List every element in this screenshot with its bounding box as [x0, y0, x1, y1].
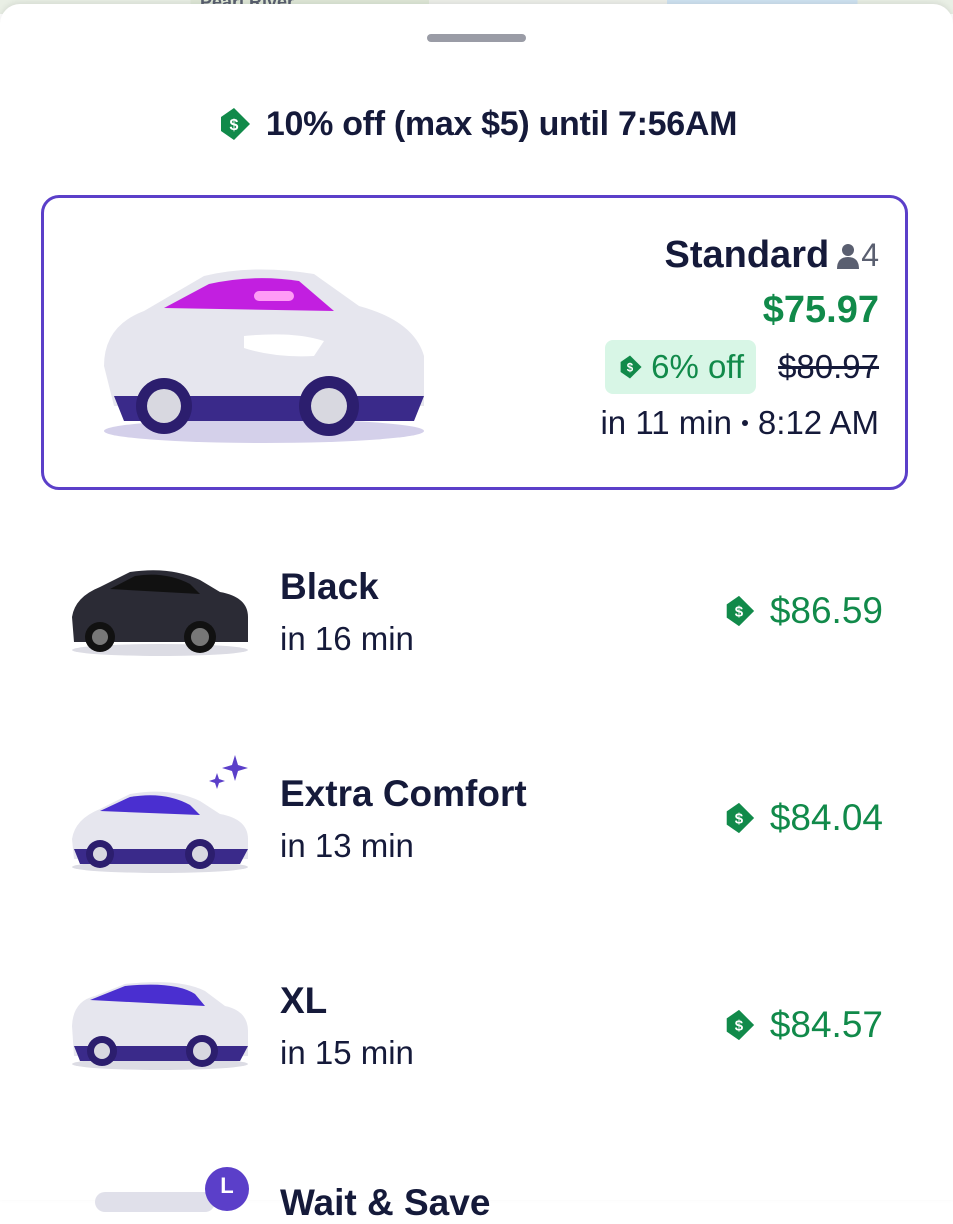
original-price: $80.97 — [778, 348, 879, 385]
option-price-value: $84.57 — [769, 1004, 883, 1045]
discount-tag-icon: $ — [726, 595, 754, 627]
option-price: $ $84.04 — [722, 797, 883, 839]
ride-option-standard[interactable]: Standard 4 $75.97 $ 6% off $80.97 in 11 … — [41, 195, 908, 490]
discount-text: 6% off — [651, 348, 745, 385]
extra-comfort-car-image — [72, 791, 248, 873]
option-title: XL — [280, 980, 328, 1021]
wait-save-car-image — [95, 1192, 215, 1212]
ride-option-xl[interactable]: XL in 15 min $ $84.57 — [0, 976, 953, 1086]
discount-tag-icon: $ — [620, 355, 642, 379]
standard-eta: in 11 min — [600, 404, 732, 441]
option-eta: in 15 min — [280, 1034, 414, 1071]
standard-arrival: 8:12 AM — [757, 404, 879, 441]
discount-badge: $ 6% off — [605, 340, 757, 394]
black-car-image — [72, 570, 248, 656]
discount-tag-icon: $ — [726, 1009, 754, 1041]
person-icon — [837, 243, 860, 269]
promo-text: 10% off (max $5) until 7:56AM — [265, 104, 738, 143]
option-title: Black — [280, 566, 379, 607]
svg-text:$: $ — [627, 362, 634, 374]
svg-text:$: $ — [735, 1018, 744, 1035]
discount-tag-icon: $ — [726, 802, 754, 834]
option-price: $ $84.57 — [722, 1004, 883, 1046]
promo-banner: $ 10% off (max $5) until 7:56AM — [0, 101, 953, 147]
clock-icon: L — [205, 1167, 249, 1211]
option-eta: in 16 min — [280, 620, 414, 657]
standard-price: $75.97 — [762, 289, 879, 331]
svg-text:$: $ — [229, 117, 238, 134]
option-price-value: $86.59 — [769, 590, 883, 631]
discount-tag-icon: $ — [216, 106, 252, 142]
sheet-grabber[interactable] — [427, 34, 526, 42]
seat-count: 4 — [837, 237, 879, 274]
standard-title: Standard — [664, 234, 830, 276]
ride-option-extra-comfort[interactable]: Extra Comfort in 13 min $ $84.04 — [0, 755, 953, 879]
ride-options-sheet: $ 10% off (max $5) until 7:56AM Standard… — [0, 4, 953, 1223]
wait-save-title[interactable]: Wait & Save — [280, 1182, 490, 1224]
ride-option-black[interactable]: Black in 16 min $ $86.59 — [0, 562, 953, 672]
option-price: $ $86.59 — [722, 590, 883, 632]
xl-car-image — [72, 982, 248, 1070]
option-price-value: $84.04 — [769, 797, 883, 838]
svg-text:$: $ — [735, 604, 744, 621]
seat-count-value: 4 — [861, 237, 879, 273]
svg-text:$: $ — [735, 811, 744, 828]
separator-dot — [741, 420, 748, 426]
option-title: Extra Comfort — [280, 773, 527, 814]
standard-car-image — [104, 269, 424, 443]
option-eta: in 13 min — [280, 827, 414, 864]
